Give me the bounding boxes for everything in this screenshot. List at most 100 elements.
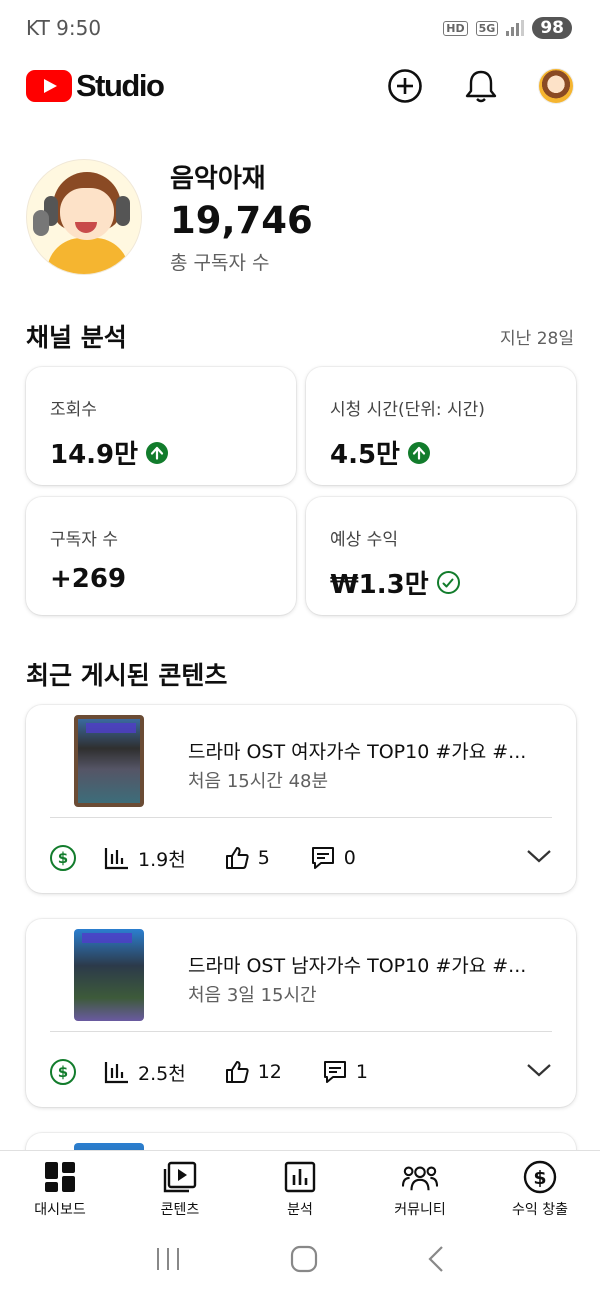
views-stat: 1.9천 bbox=[104, 845, 186, 872]
status-bar: KT 9:50 HD 5G 98 bbox=[0, 0, 600, 56]
signal-icon bbox=[506, 20, 525, 36]
subscriber-label: 총 구독자 수 bbox=[170, 252, 270, 274]
youtube-studio-logo[interactable]: Studio bbox=[26, 68, 165, 104]
content-icon bbox=[162, 1159, 198, 1195]
channel-avatar bbox=[26, 158, 142, 275]
dashboard-icon bbox=[42, 1159, 78, 1195]
channel-info: 음악아재 19,746 총 구독자 수 bbox=[170, 158, 313, 275]
metric-value: +269 bbox=[50, 564, 272, 594]
nav-label: 대시보드 bbox=[34, 1202, 86, 1218]
views-count: 1.9천 bbox=[138, 848, 186, 871]
analytics-title: 채널 분석 bbox=[26, 323, 127, 352]
likes-stat: 5 bbox=[224, 845, 270, 871]
video-title[interactable]: 드라마 OST 남자가수 TOP10 #가요 #... bbox=[188, 951, 548, 978]
comments-count: 0 bbox=[343, 847, 356, 869]
nav-analytics[interactable]: 분석 bbox=[240, 1151, 360, 1222]
chevron-down-icon bbox=[527, 850, 551, 863]
recent-apps-button[interactable] bbox=[154, 1246, 182, 1276]
monetization-icon: $ bbox=[50, 1059, 76, 1085]
video-meta: 처음 3일 15시간 bbox=[188, 985, 317, 1006]
nav-label: 콘텐츠 bbox=[160, 1202, 200, 1218]
carrier-time: KT 9:50 bbox=[26, 16, 102, 40]
nav-label: 분석 bbox=[287, 1202, 313, 1218]
metric-value: 14.9만 bbox=[50, 434, 272, 471]
back-icon bbox=[428, 1246, 443, 1272]
home-icon bbox=[290, 1245, 318, 1273]
video-thumbnail[interactable] bbox=[74, 929, 144, 1021]
metric-card-subscribers[interactable]: 구독자 수 +269 bbox=[26, 497, 296, 615]
views-stat: 2.5천 bbox=[104, 1059, 186, 1086]
metric-number: +269 bbox=[50, 564, 127, 594]
svg-text:$: $ bbox=[533, 1167, 546, 1189]
app-header: Studio bbox=[0, 60, 600, 112]
nav-dashboard[interactable]: 대시보드 bbox=[0, 1151, 120, 1222]
comments-stat: 1 bbox=[322, 1059, 368, 1085]
nav-label: 수익 창출 bbox=[512, 1202, 568, 1218]
bottom-nav: 대시보드 콘텐츠 분석 커뮤니티 $ 수익 창출 bbox=[0, 1150, 600, 1222]
likes-count: 12 bbox=[257, 1061, 282, 1083]
up-arrow-icon bbox=[146, 441, 169, 464]
metric-card-revenue[interactable]: 예상 수익 ₩1.3만 bbox=[306, 497, 576, 615]
up-arrow-icon bbox=[407, 441, 430, 464]
status-icons: HD 5G 98 bbox=[443, 17, 572, 39]
thumbs-up-icon bbox=[225, 847, 249, 869]
nav-monetization[interactable]: $ 수익 창출 bbox=[480, 1151, 600, 1222]
video-title[interactable]: 드라마 OST 여자가수 TOP10 #가요 #... bbox=[188, 737, 548, 764]
back-button[interactable] bbox=[426, 1245, 446, 1277]
recent-apps-icon bbox=[157, 1248, 179, 1270]
nav-community[interactable]: 커뮤니티 bbox=[360, 1151, 480, 1222]
nav-label: 커뮤니티 bbox=[394, 1202, 446, 1218]
nav-content[interactable]: 콘텐츠 bbox=[120, 1151, 240, 1222]
check-icon bbox=[436, 571, 460, 594]
comments-count: 1 bbox=[355, 1061, 368, 1083]
metric-card-views[interactable]: 조회수 14.9만 bbox=[26, 367, 296, 485]
chevron-down-icon bbox=[527, 1064, 551, 1077]
metric-label: 시청 시간(단위: 시간) bbox=[330, 400, 485, 420]
network-icon: 5G bbox=[475, 20, 499, 36]
comments-stat: 0 bbox=[310, 845, 356, 871]
thumbs-up-icon bbox=[225, 1061, 249, 1083]
create-button[interactable] bbox=[386, 67, 424, 105]
subscriber-count: 19,746 bbox=[170, 199, 313, 242]
expand-button[interactable] bbox=[526, 848, 552, 868]
likes-count: 5 bbox=[257, 847, 270, 869]
create-icon bbox=[388, 69, 422, 103]
comment-icon bbox=[311, 847, 334, 869]
recent-content-title: 최근 게시된 콘텐츠 bbox=[26, 661, 228, 690]
monetization-icon: $ bbox=[522, 1159, 558, 1195]
bell-icon bbox=[465, 70, 497, 103]
header-actions bbox=[386, 67, 574, 105]
metric-number: ₩1.3만 bbox=[330, 570, 429, 600]
hd-icon: HD bbox=[443, 20, 468, 36]
logo-text: Studio bbox=[76, 68, 165, 103]
likes-stat: 12 bbox=[224, 1059, 282, 1085]
analytics-icon bbox=[282, 1159, 318, 1195]
metric-value: 4.5만 bbox=[330, 434, 552, 471]
metric-label: 구독자 수 bbox=[50, 530, 118, 550]
views-icon bbox=[104, 1062, 128, 1084]
metric-card-watch-time[interactable]: 시청 시간(단위: 시간) 4.5만 bbox=[306, 367, 576, 485]
metric-number: 14.9만 bbox=[50, 440, 139, 470]
metric-value: ₩1.3만 bbox=[330, 564, 552, 601]
video-stats: $ 1.9천 5 0 bbox=[50, 841, 552, 875]
video-meta: 처음 15시간 48분 bbox=[188, 771, 329, 792]
analytics-period: 지난 28일 bbox=[500, 329, 574, 349]
channel-summary: 음악아재 19,746 총 구독자 수 bbox=[26, 158, 313, 275]
comment-icon bbox=[323, 1061, 346, 1083]
video-thumbnail[interactable] bbox=[74, 715, 144, 807]
account-avatar[interactable] bbox=[538, 68, 574, 104]
video-card[interactable]: 드라마 OST 남자가수 TOP10 #가요 #... 처음 3일 15시간 $… bbox=[26, 919, 576, 1107]
video-card[interactable]: 드라마 OST 여자가수 TOP10 #가요 #... 처음 15시간 48분 … bbox=[26, 705, 576, 893]
notifications-button[interactable] bbox=[462, 67, 500, 105]
views-icon bbox=[104, 848, 128, 870]
youtube-logo-icon bbox=[26, 70, 72, 102]
home-button[interactable] bbox=[290, 1245, 318, 1277]
community-icon bbox=[402, 1159, 438, 1195]
metric-number: 4.5만 bbox=[330, 440, 400, 470]
channel-name: 음악아재 bbox=[170, 164, 266, 194]
battery-indicator: 98 bbox=[532, 17, 572, 39]
system-navigation bbox=[0, 1222, 600, 1300]
divider bbox=[50, 1031, 552, 1032]
expand-button[interactable] bbox=[526, 1062, 552, 1082]
metric-label: 예상 수익 bbox=[330, 530, 398, 550]
